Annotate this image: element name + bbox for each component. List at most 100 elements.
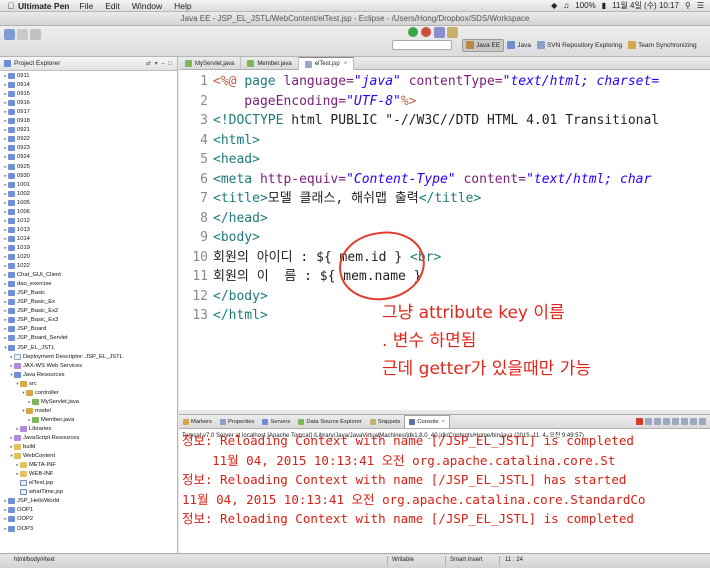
panel-tab-properties[interactable]: Properties [216,415,258,428]
tree-item-eltest-jsp[interactable]: elTest.jsp [15,479,53,487]
panel-tab-snippets[interactable]: Snippets [366,415,405,428]
tree-item-jsp-el-jstl[interactable]: ▾ JSP_EL_JSTL [3,344,55,352]
panel-tab-data-source-explorer[interactable]: Data Source Explorer [294,415,365,428]
menu-window[interactable]: Window [132,1,162,11]
tree-item-0925[interactable]: ▸ 0925 [3,163,30,171]
search-icon[interactable]: ⚲ [685,1,691,10]
menu-help[interactable]: Help [174,1,191,11]
tree-item-0915[interactable]: ▸ 0915 [3,90,30,98]
code-line[interactable]: <body> [213,228,260,248]
tree-item-1019[interactable]: ▸ 1019 [3,244,30,252]
tree-item-1006[interactable]: ▸ 1006 [3,208,30,216]
pin-console-icon[interactable] [672,418,679,425]
apple-icon[interactable]:  [4,1,18,11]
tree-item-java-resources[interactable]: ▾ Java Resources [9,371,65,379]
volume-icon[interactable]: ♫ [563,1,569,10]
tree-item-jsp-basic-ex[interactable]: ▸ JSP_Basic_Ex [3,298,55,306]
tree-item-javascript-resources[interactable]: ▸ JavaScript Resources [9,434,79,442]
tree-item-1002[interactable]: ▸ 1002 [3,190,30,198]
tree-item-0917[interactable]: ▸ 0917 [3,108,30,116]
wifi-icon[interactable]: ◆ [551,1,557,10]
tree-item-0930[interactable]: ▸ 0930 [3,172,30,180]
minimize-icon[interactable] [690,418,697,425]
editor-tab-member-java[interactable]: Member.java [241,57,299,70]
code-line[interactable]: <title>모델 클래스, 해쉬맵 출력</title> [213,189,481,209]
code-line[interactable]: </html> [213,306,268,326]
server-icon[interactable] [447,27,458,38]
notification-icon[interactable]: ☰ [697,1,704,10]
debug-icon[interactable] [421,27,431,37]
tree-item-1013[interactable]: ▸ 1013 [3,226,30,234]
new-icon[interactable] [4,29,15,40]
panel-tab-console[interactable]: Console × [404,415,450,428]
code-line[interactable]: <%@ page language="java" contentType="te… [213,72,659,92]
save-icon[interactable] [17,29,28,40]
tree-item-model[interactable]: ▾ model [21,407,51,415]
code-line[interactable]: </head> [213,209,268,229]
remove-launch-icon[interactable] [645,418,652,425]
tree-item-0914[interactable]: ▸ 0914 [3,81,30,89]
run-icon[interactable] [408,27,418,37]
panel-tab-servers[interactable]: Servers [258,415,294,428]
project-explorer-tab[interactable]: Project Explorer [4,57,60,71]
code-line[interactable]: pageEncoding="UTF-8"%> [213,92,416,112]
tree-item-1022[interactable]: ▸ 1022 [3,262,30,270]
tree-item-meta-inf[interactable]: ▸ META-INF [15,461,56,469]
tree-item-1014[interactable]: ▸ 1014 [3,235,30,243]
tree-item-oop2[interactable]: ▸ OOP2 [3,515,33,523]
tree-item-libraries[interactable]: ▸ Libraries [15,425,51,433]
menu-app-name[interactable]: Ultimate Pen [18,1,70,11]
tree-item-deployment-descriptor-jsp-el-jstl[interactable]: ▸ Deployment Descriptor: JSP_EL_JSTL [9,353,123,361]
tree-item-1005[interactable]: ▸ 1005 [3,199,30,207]
terminate-icon[interactable] [636,418,643,425]
tree-item-myservlet-java[interactable]: ▸ MyServlet.java [27,398,79,406]
tree-item-0923[interactable]: ▸ 0923 [3,144,30,152]
tree-item-0922[interactable]: ▸ 0922 [3,135,30,143]
perspective-java-ee[interactable]: Java EE [462,38,505,52]
quick-access-input[interactable] [392,40,452,50]
console-output[interactable]: Tomcat v7.0 Server at localhost [Apache … [179,429,710,553]
tree-item-1012[interactable]: ▸ 1012 [3,217,30,225]
tree-item-jsp-board-servlet[interactable]: ▸ JSP_Board_Servlet [3,334,68,342]
tree-item-jsp-basic-ex3[interactable]: ▸ JSP_Basic_Ex3 [3,316,58,324]
battery-icon[interactable]: ▮ [602,1,606,10]
perspective-java[interactable]: Java [504,39,534,52]
tree-item-src[interactable]: ▾ src [15,380,37,388]
code-line[interactable]: <meta http-equiv="Content-Type" content=… [213,170,651,190]
close-icon[interactable]: × [344,61,348,67]
code-line[interactable]: <head> [213,150,260,170]
tree-item-whattime-jsp[interactable]: whatTime.jsp [15,488,63,496]
code-line[interactable]: </body> [213,287,268,307]
tree-item-jsp-basic-ex2[interactable]: ▸ JSP_Basic_Ex2 [3,307,58,315]
code-line[interactable]: <!DOCTYPE html PUBLIC "-//W3C//DTD HTML … [213,111,659,131]
tree-item-controller[interactable]: ▾ controller [21,389,59,397]
tree-item-jax-ws-web-services[interactable]: ▸ JAX-WS Web Services [9,362,82,370]
tree-item-webcontent[interactable]: ▾ WebContent [9,452,55,460]
tree-item-0918[interactable]: ▸ 0918 [3,117,30,125]
tree-item-0916[interactable]: ▸ 0916 [3,99,30,107]
view-controls-icon[interactable]: ⇄ ▾ – □ [146,57,173,71]
code-line[interactable]: <html> [213,131,260,151]
tree-item-jsp-board[interactable]: ▸ JSP_Board [3,325,46,333]
tree-item-chat-gui-client[interactable]: ▸ Chat_GUI_Client [3,271,61,279]
tree-item-0921[interactable]: ▸ 0921 [3,126,30,134]
tree-item-web-inf[interactable]: ▸ WEB-INF [15,470,53,478]
close-icon[interactable]: × [442,419,445,425]
panel-tab-markers[interactable]: Markers [179,415,216,428]
open-console-icon[interactable] [681,418,688,425]
tree-item-build[interactable]: ▸ build [9,443,35,451]
tree-item-1001[interactable]: ▸ 1001 [3,181,30,189]
menu-file[interactable]: File [80,1,94,11]
tree-item-oop3[interactable]: ▸ OOP3 [3,525,33,533]
clock[interactable]: 11월 4일 (수) 10:17 [612,0,679,11]
code-editor[interactable]: 1 <%@ page language="java" contentType="t… [179,70,710,410]
editor-tab-eltest-jsp[interactable]: elTest.jsp × [298,57,355,70]
battery-percent[interactable]: 100% [575,1,595,10]
tree-item-dao-exercise[interactable]: ▸ dao_exercise [3,280,51,288]
tree-item-jsp-helloworld[interactable]: ▸ JSP_HelloWorld [3,497,59,505]
tree-item-0911[interactable]: ▸ 0911 [3,72,29,80]
print-icon[interactable] [30,29,41,40]
tree-item-1020[interactable]: ▸ 1020 [3,253,30,261]
maximize-icon[interactable] [699,418,706,425]
tree-item-0924[interactable]: ▸ 0924 [3,153,30,161]
